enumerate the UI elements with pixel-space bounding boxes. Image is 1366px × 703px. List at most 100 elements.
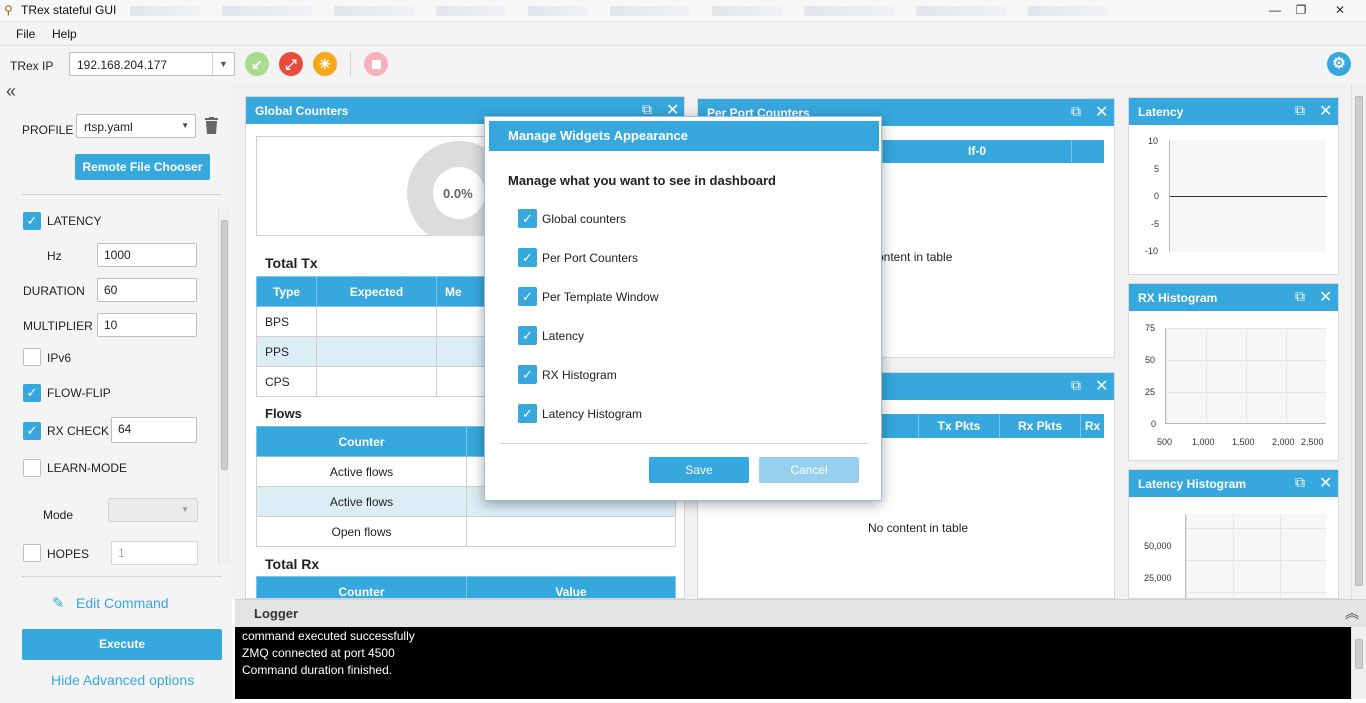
hopes-input[interactable]: 1 [111,541,198,565]
log-line: Command duration finished. [242,663,393,677]
profile-label: PROFILE [22,123,74,137]
divider [22,194,222,195]
column-header: Value [466,576,676,598]
mode-select[interactable]: ▼ [108,498,198,522]
scroll-thumb[interactable] [1355,96,1363,586]
multiplier-input[interactable]: 10 [97,313,197,337]
log-line: ZMQ connected at port 4500 [242,646,395,660]
widget-header: Latency ⧉ ✕ [1129,98,1338,125]
row-type: BPS [256,306,317,337]
execute-button[interactable]: Execute [22,629,222,660]
latency-checkbox[interactable]: ✓ [23,212,41,230]
hz-label: Hz [47,249,62,263]
column-header: Counter [256,576,467,598]
dashboard-scrollbar[interactable] [1351,84,1366,599]
y-tick: 0 [1154,191,1160,201]
close-widget-icon[interactable]: ✕ [1319,473,1332,493]
option-label: Per Port Counters [542,251,639,265]
ipv6-checkbox[interactable] [23,348,41,366]
close-widget-icon[interactable]: ✕ [1319,101,1332,121]
maximize-widget-icon[interactable]: ⧉ [1295,474,1305,491]
x-tick: 1,000 [1192,437,1215,447]
latency-histogram-plot [1185,514,1326,598]
option-checkbox-latency-histogram[interactable]: ✓ [518,404,537,423]
stop-icon [371,60,381,69]
remote-file-chooser-button[interactable]: Remote File Chooser [75,154,210,180]
row-counter: Open flows [256,516,467,547]
hide-advanced-link[interactable]: Hide Advanced options [51,672,194,688]
rx-histogram-plot [1165,328,1326,424]
save-button[interactable]: Save [649,457,749,483]
scroll-thumb[interactable] [1355,639,1363,669]
refresh-icon: ✳ [319,56,331,72]
y-tick: 25 [1145,387,1156,397]
gear-icon: ⚙ [1332,55,1346,72]
refresh-button[interactable]: ✳ [313,52,337,76]
stop-button[interactable] [364,52,388,76]
column-header: If-0 [882,140,1072,163]
learn-mode-checkbox[interactable] [23,459,41,477]
maximize-widget-icon[interactable]: ⧉ [1295,102,1305,119]
widget-title: Latency [1138,105,1184,119]
flow-flip-label: FLOW-FLIP [47,386,111,400]
close-widget-icon[interactable]: ✕ [1095,102,1108,122]
option-label: RX Histogram [542,368,617,382]
maximize-button[interactable]: ❐ [1287,0,1315,20]
trex-ip-combo[interactable]: 192.168.204.177 ▼ [69,52,235,76]
logger-output: command executed successfully ZMQ connec… [235,627,1351,699]
flow-flip-checkbox[interactable]: ✓ [23,384,41,402]
hz-input[interactable]: 1000 [97,243,197,267]
total-rx-table-clip: Counter Value [256,576,676,598]
connect-button[interactable]: ↙ [245,52,269,76]
option-label: Global counters [542,212,627,226]
y-tick: 0 [1151,419,1157,429]
empty-table-message: ontent in table [877,250,953,264]
row-type: CPS [256,366,317,397]
trash-icon[interactable] [205,117,218,134]
option-checkbox-rx-histogram[interactable]: ✓ [518,365,537,384]
option-label: Latency Histogram [542,407,643,421]
settings-button[interactable]: ⚙ [1327,52,1351,76]
duration-label: DURATION [23,284,85,298]
toolbar: TRex IP 192.168.204.177 ▼ ↙ ⤢ ✳ ⚙ [0,46,1366,84]
x-tick: 2,000 [1272,437,1295,447]
option-checkbox-per-template-window[interactable]: ✓ [518,287,537,306]
close-window-button[interactable]: ✕ [1324,0,1356,20]
duration-input[interactable]: 60 [97,278,197,302]
hopes-checkbox[interactable] [23,544,41,562]
option-checkbox-latency[interactable]: ✓ [518,326,537,345]
maximize-widget-icon[interactable]: ⧉ [1071,103,1081,120]
x-tick: 500 [1157,437,1173,447]
chevron-down-icon[interactable]: ▼ [212,53,234,75]
logger-scrollbar[interactable] [1351,627,1366,699]
close-widget-icon[interactable]: ✕ [1319,287,1332,307]
logger-header: Logger ︽ [235,599,1366,627]
y-tick: 25,000 [1144,573,1172,583]
collapse-panel-icon[interactable]: « [6,81,16,102]
close-widget-icon[interactable]: ✕ [1095,376,1108,396]
rx-check-checkbox[interactable]: ✓ [23,422,41,440]
option-label: Per Template Window [542,290,659,304]
cancel-button[interactable]: Cancel [759,457,859,483]
maximize-widget-icon[interactable]: ⧉ [1295,288,1305,305]
menu-help[interactable]: Help [52,27,77,41]
row-counter: Active flows [256,456,467,487]
column-header: Rx [1080,414,1104,438]
option-checkbox-global-counters[interactable]: ✓ [518,209,537,228]
rx-check-input[interactable]: 64 [111,417,197,443]
ipv6-label: IPv6 [47,351,72,365]
side-scrollbar[interactable] [218,208,230,564]
profile-combo[interactable]: rtsp.yaml ▼ [76,114,196,138]
option-checkbox-per-port-counters[interactable]: ✓ [518,248,537,267]
multiplier-label: MULTIPLIER [23,319,93,333]
edit-command-link[interactable]: Edit Command [76,595,169,611]
column-header: Rx Pkts [999,414,1080,438]
menu-file[interactable]: File [16,27,35,41]
disconnect-button[interactable]: ⤢ [279,52,303,76]
minimize-button[interactable]: — [1261,0,1289,20]
scroll-thumb[interactable] [221,220,228,470]
expand-logger-icon[interactable]: ︽ [1345,603,1359,623]
maximize-widget-icon[interactable]: ⧉ [1071,377,1081,394]
pencil-icon: ✎ [52,595,65,612]
column-header: Type [256,276,317,307]
